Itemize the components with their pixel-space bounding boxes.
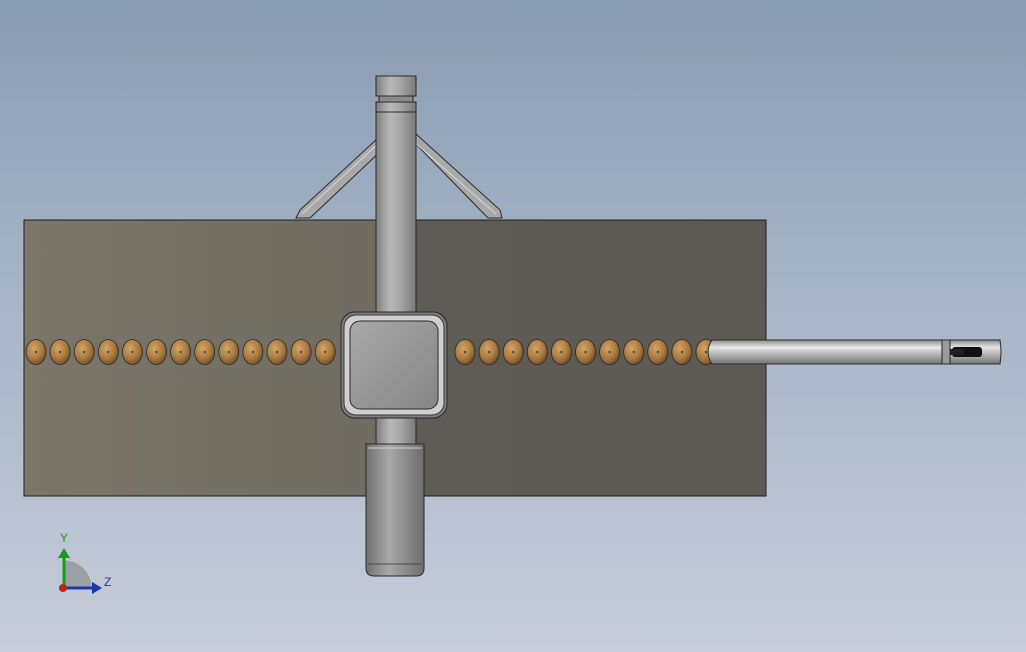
view-triad-labels: Y Z [48, 530, 128, 600]
knob [170, 339, 192, 365]
knob [242, 339, 264, 365]
knob [97, 339, 119, 365]
knob [266, 339, 288, 365]
knob [647, 339, 669, 365]
horizontal-rod [707, 339, 1002, 365]
model-viewport[interactable] [0, 0, 1026, 652]
rod-collar [941, 339, 951, 365]
knob [194, 339, 216, 365]
knob [623, 339, 645, 365]
knob [454, 339, 476, 365]
axis-y-label: Y [60, 531, 69, 545]
knob [25, 339, 47, 365]
knob [218, 339, 240, 365]
knob [49, 339, 71, 365]
knob [671, 339, 693, 365]
knob [502, 339, 524, 365]
knob [314, 339, 336, 365]
knob [526, 339, 548, 365]
axis-z-label: Z [104, 575, 112, 589]
knob [599, 339, 620, 365]
knob [73, 339, 95, 365]
center-housing [340, 311, 448, 419]
knob [478, 339, 500, 365]
knob [146, 339, 167, 365]
knob [121, 339, 143, 365]
knob [551, 339, 572, 365]
knob [290, 339, 312, 365]
knob [575, 339, 596, 365]
lower-cylinder [365, 443, 425, 577]
support-brace-right [409, 133, 503, 219]
support-brace-left [295, 137, 385, 219]
